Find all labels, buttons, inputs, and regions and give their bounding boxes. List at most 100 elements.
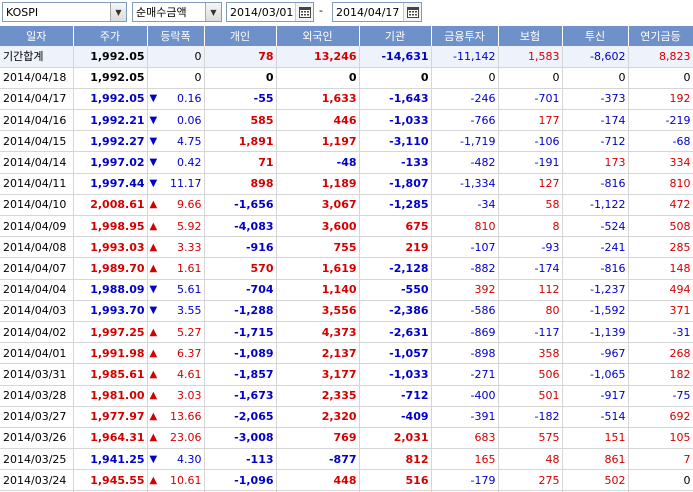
table-row[interactable]: 2014/04/10 2,008.61 ▲ 9.66 -1,656 3,067 -1,285…: [0, 194, 693, 217]
column-header-individual[interactable]: 개인: [204, 26, 277, 46]
financial-investment-cell: 683: [431, 427, 499, 450]
financial-investment-cell: -246: [431, 88, 499, 111]
price-cell: 1,964.31: [73, 427, 148, 450]
table-row[interactable]: 2014/03/28 1,981.00 ▲ 3.03 -1,673 2,335 -712 -4…: [0, 385, 693, 407]
foreign-cell: 1,633: [276, 88, 360, 111]
table-row[interactable]: 2014/03/27 1,977.97 ▲ 13.66 -2,065 2,320 -409-…: [0, 406, 693, 428]
date-from-field[interactable]: 2014/03/01: [226, 2, 314, 22]
table-row[interactable]: 2014/04/16 1,992.21 ▼ 0.06 585 446 -1,033 -766 1…: [0, 109, 693, 132]
table-row[interactable]: 2014/04/18 1,992.05 0 0 0 0 0 0 0 0: [0, 67, 693, 89]
foreign-cell: -877: [276, 448, 360, 471]
date-to-value: 2014/04/17: [336, 5, 400, 19]
price-cell: 1,997.44: [73, 173, 148, 195]
column-header-financial-investment[interactable]: 금융투자: [431, 26, 499, 46]
table-row[interactable]: 2014/04/02 1,997.25 ▲ 5.27 -1,715 4,373 -2,631…: [0, 321, 693, 344]
individual-cell: -916: [204, 236, 277, 259]
insurance-cell: 8: [498, 215, 563, 238]
individual-cell: 71: [204, 151, 277, 174]
price-cell: 1,991.98: [73, 342, 148, 365]
price-cell: 1,992.05: [73, 67, 148, 89]
date-range-separator: -: [319, 4, 323, 17]
change-value: 5.27: [177, 325, 202, 339]
table-row[interactable]: 2014/04/11 1,997.44 ▼ 11.17 898 1,189 -1,807 -1…: [0, 173, 693, 195]
column-header-date[interactable]: 일자: [0, 26, 74, 46]
change-cell: ▼ 3.55: [147, 300, 205, 322]
measure-select[interactable]: 순매수금액 ▼: [132, 2, 222, 22]
table-row[interactable]: 2014/04/17 1,992.05 ▼ 0.16 -55 1,633 -1,643 -24…: [0, 88, 693, 111]
date-cell: 2014/03/27: [0, 406, 74, 428]
table-row[interactable]: 2014/03/31 1,985.61 ▲ 4.61 -1,857 3,177 -1,033…: [0, 363, 693, 386]
table-row[interactable]: 2014/04/04 1,988.09 ▼ 5.61 -704 1,140 -550 392 1…: [0, 279, 693, 301]
table-row[interactable]: 2014/04/15 1,992.27 ▼ 4.75 1,891 1,197 -3,110-…: [0, 130, 693, 153]
financial-investment-cell: -766: [431, 109, 499, 132]
change-value: 10.61: [170, 473, 202, 487]
pension-fund-cell: 192: [628, 88, 693, 111]
table-row[interactable]: 2014/03/25 1,941.25 ▼ 4.30 -113 -877 812 165 48 8…: [0, 448, 693, 471]
foreign-cell: 3,067: [276, 194, 360, 217]
date-cell: 2014/03/26: [0, 427, 74, 450]
insurance-cell: -182: [498, 406, 563, 428]
date-cell: 2014/03/24: [0, 469, 74, 492]
date-cell: 2014/04/17: [0, 88, 74, 111]
date-cell: 2014/03/31: [0, 363, 74, 386]
table-row[interactable]: 2014/04/07 1,989.70 ▲ 1.61 570 1,619 -2,128 -88…: [0, 257, 693, 280]
price-cell: 1,988.09: [73, 279, 148, 301]
investment-trust-cell: -712: [562, 130, 629, 153]
insurance-cell: 506: [498, 363, 563, 386]
table-row[interactable]: 2014/03/26 1,964.31 ▲ 23.06 -3,008 769 2,031 68…: [0, 427, 693, 450]
column-header-change[interactable]: 등락폭: [147, 26, 205, 46]
investment-trust-cell: 173: [562, 151, 629, 174]
calendar-icon[interactable]: [403, 3, 421, 21]
pension-fund-cell: 692: [628, 406, 693, 428]
insurance-cell: -117: [498, 321, 563, 344]
individual-cell: -1,715: [204, 321, 277, 344]
financial-investment-cell: -271: [431, 363, 499, 386]
individual-cell: -704: [204, 279, 277, 301]
foreign-cell: 769: [276, 427, 360, 450]
date-cell: 2014/04/18: [0, 67, 74, 89]
column-header-pension-fund[interactable]: 연기금등: [628, 26, 693, 46]
date-cell: 2014/04/10: [0, 194, 74, 217]
calendar-icon[interactable]: [295, 3, 313, 21]
table-row[interactable]: 2014/04/01 1,991.98 ▲ 6.37 -1,089 2,137 -1,057…: [0, 342, 693, 365]
pension-fund-cell: -219: [628, 109, 693, 132]
change-cell: 0: [147, 46, 205, 68]
table-row[interactable]: 2014/04/14 1,997.02 ▼ 0.42 71 -48 -133 -482 -191…: [0, 151, 693, 174]
insurance-cell: 127: [498, 173, 563, 195]
pension-fund-cell: 371: [628, 300, 693, 322]
column-header-insurance[interactable]: 보험: [498, 26, 563, 46]
date-to-field[interactable]: 2014/04/17: [332, 2, 422, 22]
foreign-cell: 0: [276, 67, 360, 89]
pension-fund-cell: 508: [628, 215, 693, 238]
column-header-foreign[interactable]: 외국인: [276, 26, 360, 46]
insurance-cell: 501: [498, 385, 563, 407]
institution-cell: -1,807: [359, 173, 432, 195]
change-cell: ▲ 3.33: [147, 236, 205, 259]
table-row[interactable]: 2014/03/24 1,945.55 ▲ 10.61 -1,096 448 516 -179…: [0, 469, 693, 492]
foreign-cell: 3,600: [276, 215, 360, 238]
table-row[interactable]: 2014/04/03 1,993.70 ▼ 3.55 -1,288 3,556 -2,386…: [0, 300, 693, 322]
table-row[interactable]: 2014/04/08 1,993.03 ▲ 3.33 -916 755 219 -107 -93…: [0, 236, 693, 259]
pension-fund-cell: 105: [628, 427, 693, 450]
pension-fund-cell: 7: [628, 448, 693, 471]
table-row[interactable]: 2014/04/09 1,998.95 ▲ 5.92 -4,083 3,600 675 810…: [0, 215, 693, 238]
financial-investment-cell: -1,719: [431, 130, 499, 153]
insurance-cell: 112: [498, 279, 563, 301]
investment-trust-cell: -917: [562, 385, 629, 407]
market-select[interactable]: KOSPI ▼: [2, 2, 127, 22]
price-cell: 1,945.55: [73, 469, 148, 492]
date-cell: 2014/04/04: [0, 279, 74, 301]
column-header-institution[interactable]: 기관: [359, 26, 432, 46]
chevron-down-icon[interactable]: ▼: [110, 3, 126, 21]
column-header-price[interactable]: 주가: [73, 26, 148, 46]
pension-fund-cell: 0: [628, 67, 693, 89]
total-row[interactable]: 기간합계 1,992.05 0 78 13,246 -14,631 -11,142 1,583…: [0, 46, 693, 68]
chevron-down-icon[interactable]: ▼: [205, 3, 221, 21]
change-cell: ▲ 6.37: [147, 342, 205, 365]
individual-cell: -2,065: [204, 406, 277, 428]
pension-fund-cell: 148: [628, 257, 693, 280]
change-value: 3.55: [177, 304, 202, 318]
column-header-investment-trust[interactable]: 투신: [562, 26, 629, 46]
change-cell: ▲ 4.61: [147, 363, 205, 386]
date-cell: 2014/04/01: [0, 342, 74, 365]
